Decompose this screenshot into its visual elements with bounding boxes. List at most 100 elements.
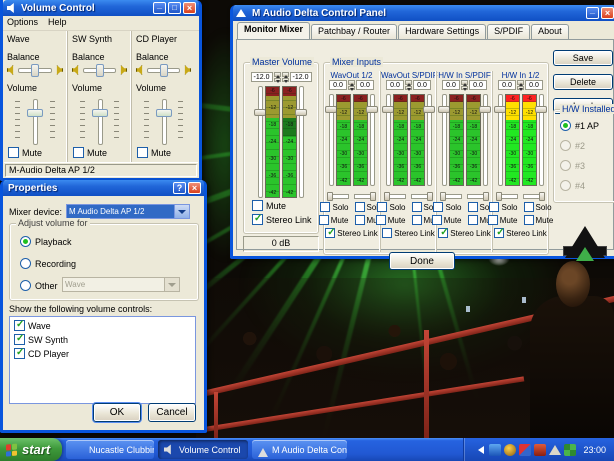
right-value[interactable]: 0.0 (356, 80, 374, 90)
tray-dual-monitor-icon[interactable] (519, 444, 531, 456)
cancel-button[interactable]: Cancel (148, 403, 196, 422)
volume-thumb[interactable] (92, 109, 108, 117)
balance-slider[interactable] (147, 68, 180, 73)
solo-right-checkbox[interactable]: Solo (524, 202, 552, 212)
radio-playback[interactable]: Playback (20, 236, 72, 247)
balance-slider[interactable] (18, 68, 52, 73)
left-slider[interactable] (498, 94, 503, 186)
volume-thumb[interactable] (156, 109, 172, 117)
list-item-wave[interactable]: Wave (14, 320, 191, 331)
mute-checkbox[interactable]: Mute (73, 147, 107, 158)
master-left-slider[interactable] (258, 86, 263, 198)
master-right-slider[interactable] (299, 86, 304, 198)
mute-left-checkbox[interactable]: Mute (432, 215, 462, 225)
stereo-link-checkbox[interactable]: Stereo Link (494, 228, 546, 238)
pan-slider-left[interactable] (440, 194, 462, 199)
right-value[interactable]: 0.0 (469, 80, 487, 90)
balance-thumb[interactable] (160, 64, 168, 77)
pan-slider-right[interactable] (523, 194, 545, 199)
tray-usb-device-icon[interactable] (534, 444, 546, 456)
list-item-sw-synth[interactable]: SW Synth (14, 334, 191, 345)
tray-gold-badge-icon[interactable] (504, 444, 516, 456)
master-mute-checkbox[interactable]: Mute (252, 200, 286, 211)
left-value[interactable]: 0.0 (442, 80, 460, 90)
mute-left-checkbox[interactable]: Mute (319, 215, 349, 225)
help-button[interactable] (173, 182, 186, 194)
done-button[interactable]: Done (389, 252, 455, 270)
pan-slider-right[interactable] (467, 194, 489, 199)
left-value[interactable]: 0.0 (498, 80, 516, 90)
close-button[interactable] (601, 7, 614, 19)
pan-slider-right[interactable] (411, 194, 433, 199)
master-right-value[interactable]: -12.0 (290, 72, 312, 82)
spinner[interactable] (274, 72, 281, 82)
pan-slider-right[interactable] (354, 194, 376, 199)
spinner[interactable] (517, 80, 524, 90)
tray-display-grid-icon[interactable] (564, 444, 576, 456)
list-item-cd-player[interactable]: CD Player (14, 348, 191, 359)
task-m-audio-delta[interactable]: M Audio Delta Cont... (252, 440, 347, 459)
task-nucastle-clubbing[interactable]: Nucastle Clubbing For... (66, 440, 154, 459)
spinner[interactable] (405, 80, 412, 90)
tab-spdif[interactable]: S/PDIF (487, 24, 530, 40)
mute-left-checkbox[interactable]: Mute (376, 215, 406, 225)
spinner[interactable] (461, 80, 468, 90)
master-stereo-link-checkbox[interactable]: Stereo Link (252, 214, 312, 225)
chevron-left-icon[interactable] (474, 446, 484, 454)
pan-slider-left[interactable] (327, 194, 349, 199)
right-slider[interactable] (370, 94, 375, 186)
balance-thumb[interactable] (96, 64, 104, 77)
close-button[interactable] (188, 182, 201, 194)
minimize-button[interactable] (586, 7, 599, 19)
properties-titlebar[interactable]: Properties (3, 180, 204, 196)
solo-left-checkbox[interactable]: Solo (489, 202, 517, 212)
left-slider[interactable] (329, 94, 334, 186)
volume-control-titlebar[interactable]: Volume Control (3, 0, 199, 16)
radio-other[interactable]: Other (20, 280, 58, 291)
taskbar-clock[interactable]: 23:00 (583, 445, 606, 455)
pan-slider-left[interactable] (496, 194, 518, 199)
start-button[interactable]: start (0, 438, 62, 461)
volume-slider[interactable] (7, 99, 63, 145)
menu-help[interactable]: Help (48, 17, 67, 30)
volume-thumb[interactable] (27, 109, 43, 117)
right-slider[interactable] (539, 94, 544, 186)
pan-slider-left[interactable] (384, 194, 406, 199)
save-button[interactable]: Save (553, 50, 613, 66)
right-value[interactable]: 0.0 (413, 80, 431, 90)
close-button[interactable] (183, 2, 196, 14)
controls-list[interactable]: Wave SW Synth CD Player (9, 316, 196, 404)
mute-left-checkbox[interactable]: Mute (488, 215, 518, 225)
balance-slider[interactable] (83, 68, 116, 73)
radio-hw-1-ap[interactable]: #1 AP (560, 120, 599, 131)
volume-slider[interactable] (136, 99, 191, 145)
volume-slider[interactable] (72, 99, 127, 145)
spinner[interactable] (282, 72, 289, 82)
solo-left-checkbox[interactable]: Solo (320, 202, 348, 212)
radio-recording[interactable]: Recording (20, 258, 76, 269)
tab-hardware-settings[interactable]: Hardware Settings (398, 24, 486, 40)
solo-left-checkbox[interactable]: Solo (377, 202, 405, 212)
left-slider[interactable] (386, 94, 391, 186)
left-value[interactable]: 0.0 (329, 80, 347, 90)
task-volume-control[interactable]: Volume Control (158, 440, 248, 459)
minimize-button[interactable] (153, 2, 166, 14)
right-slider[interactable] (427, 94, 432, 186)
stereo-link-checkbox[interactable]: Stereo Link (382, 228, 434, 238)
balance-thumb[interactable] (31, 64, 39, 77)
spinner[interactable] (348, 80, 355, 90)
tray-messenger-icon[interactable] (489, 444, 501, 456)
mute-checkbox[interactable]: Mute (8, 147, 42, 158)
left-slider[interactable] (442, 94, 447, 186)
solo-left-checkbox[interactable]: Solo (433, 202, 461, 212)
tray-m-audio-icon[interactable] (549, 439, 561, 455)
delete-button[interactable]: Delete (553, 74, 613, 90)
stereo-link-checkbox[interactable]: Stereo Link (325, 228, 377, 238)
left-value[interactable]: 0.0 (386, 80, 404, 90)
tab-monitor-mixer[interactable]: Monitor Mixer (237, 22, 310, 40)
maximize-button[interactable] (168, 2, 181, 14)
right-slider[interactable] (483, 94, 488, 186)
stereo-link-checkbox[interactable]: Stereo Link (438, 228, 490, 238)
mute-right-checkbox[interactable]: Mute (524, 215, 554, 225)
menu-options[interactable]: Options (7, 17, 38, 30)
